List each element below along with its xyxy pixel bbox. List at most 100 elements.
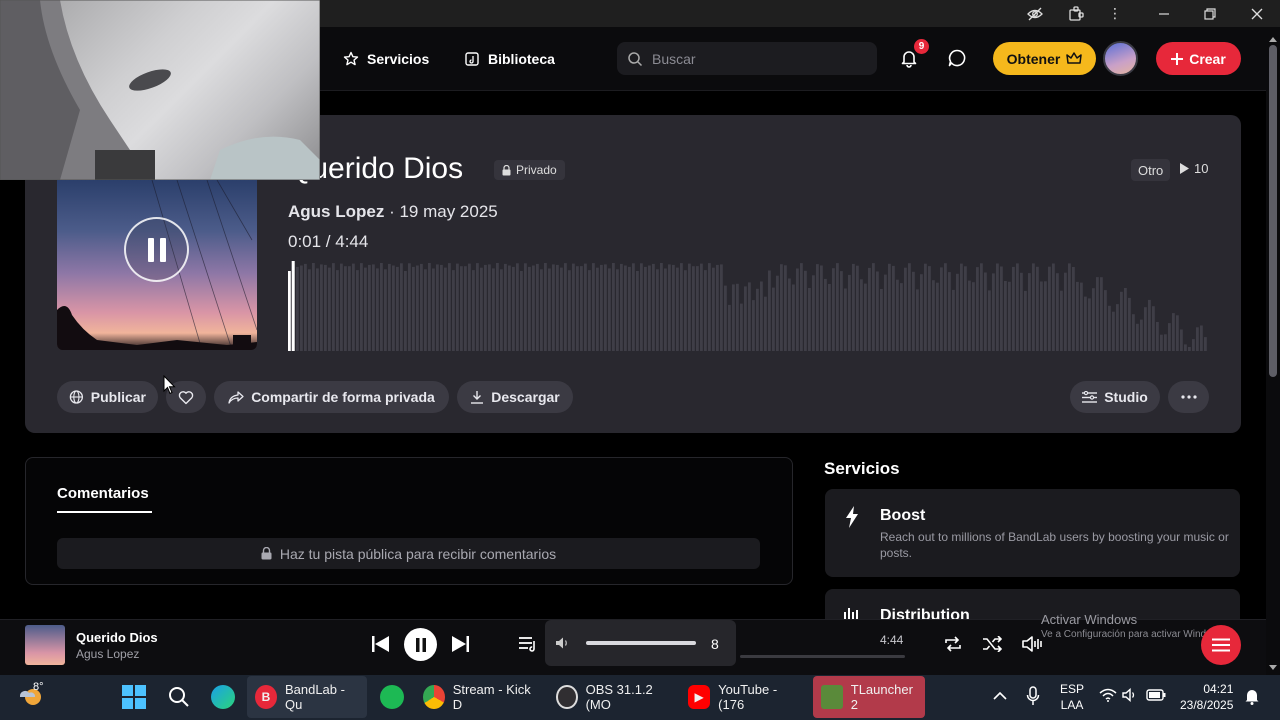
waveform-bar <box>456 263 459 351</box>
player-cover[interactable] <box>25 625 65 665</box>
player-artist[interactable]: Agus Lopez <box>76 647 139 661</box>
download-button[interactable]: Descargar <box>457 381 573 413</box>
waveform-bar <box>1012 266 1015 351</box>
input-language[interactable]: ESP LAA <box>1060 681 1084 713</box>
waveform-bar <box>1080 282 1083 351</box>
queue-icon[interactable] <box>519 636 538 652</box>
repeat-icon[interactable] <box>944 636 962 652</box>
publish-button[interactable]: Publicar <box>57 381 158 413</box>
menu-fab-button[interactable] <box>1201 625 1241 665</box>
waveform-bar <box>1128 297 1131 351</box>
waveform-bar <box>540 269 543 351</box>
battery-icon[interactable] <box>1146 689 1166 701</box>
nav-services[interactable]: Servicios <box>343 50 429 68</box>
waveform[interactable] <box>288 261 1208 351</box>
previous-icon[interactable] <box>372 636 389 652</box>
spotify-icon[interactable] <box>380 685 404 709</box>
waveform-bar <box>424 269 427 351</box>
waveform-bar <box>664 268 667 351</box>
waveform-bar <box>364 267 367 351</box>
chevron-up-icon[interactable] <box>993 691 1007 700</box>
scroll-down-icon[interactable] <box>1268 660 1278 670</box>
tab-comments[interactable]: Comentarios <box>57 485 149 502</box>
search-input[interactable]: Buscar <box>617 42 877 75</box>
waveform-bar <box>668 264 671 351</box>
waveform-bar <box>324 264 327 351</box>
waveform-bar <box>712 267 715 351</box>
waveform-bar <box>512 266 515 351</box>
restore-button[interactable] <box>1187 0 1233 27</box>
edge-icon[interactable] <box>211 685 235 709</box>
waveform-bar <box>1200 325 1203 351</box>
waveform-playhead[interactable] <box>291 261 295 351</box>
waveform-bar <box>652 263 655 351</box>
studio-button[interactable]: Studio <box>1070 381 1160 413</box>
more-options-button[interactable] <box>1168 381 1209 413</box>
webcam-overlay <box>0 0 320 180</box>
waveform-bar <box>572 263 575 351</box>
waveform-bar <box>396 266 399 351</box>
taskbar-app-tlauncher[interactable]: TLauncher 2 <box>813 676 925 718</box>
nav-library-label: Biblioteca <box>488 51 555 67</box>
microphone-icon[interactable] <box>1026 686 1040 706</box>
waveform-bar <box>1188 347 1191 351</box>
taskbar-app-youtube[interactable]: ▶ YouTube - (176 <box>680 676 808 718</box>
windows-start-icon[interactable] <box>122 685 146 709</box>
waveform-bar <box>996 263 999 351</box>
waveform-bar <box>556 264 559 351</box>
services-heading: Servicios <box>824 459 900 478</box>
waveform-bar <box>368 264 371 351</box>
taskbar-app-obs[interactable]: OBS 31.1.2 (MO <box>548 676 678 718</box>
taskbar-app-bandlab[interactable]: B BandLab - Qu <box>247 676 367 718</box>
share-private-button[interactable]: Compartir de forma privada <box>214 381 449 413</box>
download-icon <box>471 391 484 404</box>
waveform-bar <box>444 267 447 351</box>
waveform-bar <box>624 265 627 351</box>
taskbar-app-chrome[interactable]: Stream - Kick D <box>415 676 543 718</box>
waveform-bar <box>736 283 739 351</box>
waveform-bar <box>744 286 747 351</box>
more-vertical-icon[interactable]: ⋮ <box>1092 0 1138 27</box>
waveform-bar <box>800 263 803 351</box>
waveform-bar <box>1076 281 1079 351</box>
waveform-bar <box>452 270 455 351</box>
volume-icon[interactable] <box>556 637 570 649</box>
artist-name[interactable]: Agus Lopez <box>288 202 384 221</box>
avatar[interactable] <box>1103 41 1138 76</box>
player-progress[interactable] <box>740 655 905 658</box>
notifications-icon[interactable] <box>1244 688 1260 705</box>
waveform-bar <box>408 263 411 351</box>
waveform-bar <box>752 300 755 351</box>
waveform-bar <box>1104 290 1107 351</box>
chat-icon[interactable] <box>947 48 967 73</box>
volume-slider[interactable] <box>586 641 696 645</box>
player-pause-button[interactable] <box>404 628 437 661</box>
next-icon[interactable] <box>452 636 469 652</box>
waveform-bar <box>880 289 883 351</box>
minimize-button[interactable] <box>1141 0 1187 27</box>
waveform-bar <box>392 265 395 351</box>
studio-label: Studio <box>1104 389 1148 405</box>
system-volume-icon[interactable] <box>1122 688 1138 702</box>
eye-off-icon[interactable] <box>1012 0 1058 27</box>
waveform-bar <box>312 263 315 351</box>
create-button[interactable]: Crear <box>1156 42 1241 75</box>
taskbar-search-icon[interactable] <box>168 686 190 708</box>
get-membership-button[interactable]: Obtener <box>993 42 1096 75</box>
nav-library[interactable]: Biblioteca <box>464 50 555 68</box>
waveform-bar <box>948 272 951 351</box>
taskbar-clock[interactable]: 04:21 23/8/2025 <box>1180 681 1233 713</box>
player-title[interactable]: Querido Dios <box>76 630 158 645</box>
waveform-bar <box>1004 281 1007 351</box>
wifi-icon[interactable] <box>1099 688 1117 702</box>
waveform-bar <box>720 264 723 351</box>
scrollbar-thumb[interactable] <box>1269 45 1277 377</box>
waveform-bar <box>1052 263 1055 351</box>
play-pause-button[interactable] <box>124 217 189 282</box>
distribution-icon <box>844 608 858 619</box>
waveform-bar <box>856 265 859 351</box>
shuffle-icon[interactable] <box>983 636 1002 652</box>
genre-badge[interactable]: Otro <box>1131 159 1171 181</box>
close-button[interactable] <box>1234 0 1280 27</box>
scroll-up-icon[interactable] <box>1268 31 1278 42</box>
